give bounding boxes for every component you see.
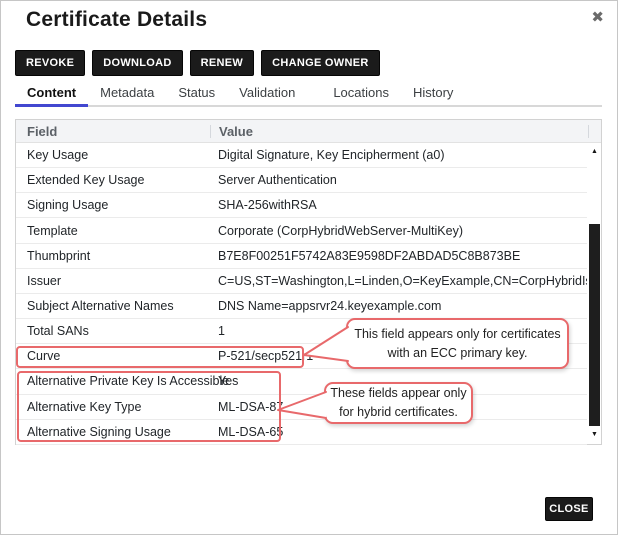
field-cell: Thumbprint [16, 249, 210, 263]
tab-bar: Content Metadata Status Validation Locat… [15, 79, 602, 107]
dialog-title: Certificate Details [26, 8, 207, 32]
revoke-button[interactable]: REVOKE [15, 50, 85, 76]
callout-text-line: This field appears only for certificates [354, 325, 560, 344]
hybrid-callout-tail [273, 388, 329, 422]
field-cell: Total SANs [16, 324, 210, 338]
value-cell: B7E8F00251F5742A83E9598DF2ABDAD5C8B873BE [210, 249, 587, 263]
callout-text-line: for hybrid certificates. [339, 403, 458, 422]
scrollbar-thumb[interactable] [589, 224, 600, 426]
close-icon[interactable]: ✖ [591, 9, 604, 27]
hybrid-callout: These fields appear only for hybrid cert… [324, 382, 473, 424]
table-header: Field Value [16, 120, 601, 143]
field-cell: Issuer [16, 274, 210, 288]
table-row: Template Corporate (CorpHybridWebServer-… [16, 218, 587, 243]
field-cell: Subject Alternative Names [16, 299, 210, 313]
field-cell: Alternative Private Key Is Accessible [16, 374, 210, 388]
field-cell: Curve [16, 349, 210, 363]
callout-text-line: with an ECC primary key. [387, 344, 527, 363]
ecc-callout: This field appears only for certificates… [346, 318, 569, 369]
column-header-field: Field [16, 124, 210, 139]
table-row: Subject Alternative Names DNS Name=appsr… [16, 294, 587, 319]
field-cell: Extended Key Usage [16, 173, 210, 187]
value-cell: ML-DSA-65 [210, 425, 587, 439]
scroll-down-icon[interactable]: ▼ [588, 431, 601, 439]
close-button[interactable]: CLOSE [545, 497, 593, 521]
change-owner-button[interactable]: CHANGE OWNER [261, 50, 380, 76]
scrollbar[interactable]: ▲ ▼ [588, 143, 601, 444]
download-button[interactable]: DOWNLOAD [92, 50, 182, 76]
field-cell: Key Usage [16, 148, 210, 162]
field-cell: Template [16, 224, 210, 238]
certificate-details-dialog: Certificate Details ✖ REVOKE DOWNLOAD RE… [0, 0, 618, 535]
table-row: Extended Key Usage Server Authentication [16, 168, 587, 193]
column-header-value: Value [211, 124, 588, 139]
tab-locations[interactable]: Locations [321, 79, 401, 105]
ecc-callout-tail [300, 323, 350, 363]
tab-status[interactable]: Status [166, 79, 227, 105]
value-cell: Server Authentication [210, 173, 587, 187]
table-row: Alternative Signing Usage ML-DSA-65 [16, 420, 587, 445]
field-cell: Alternative Signing Usage [16, 425, 210, 439]
tab-metadata[interactable]: Metadata [88, 79, 166, 105]
value-cell: C=US,ST=Washington,L=Linden,O=KeyExample… [210, 274, 587, 288]
table-row: Key Usage Digital Signature, Key Enciphe… [16, 143, 587, 168]
field-cell: Alternative Key Type [16, 400, 210, 414]
value-cell: Corporate (CorpHybridWebServer-MultiKey) [210, 224, 587, 238]
table-row: Thumbprint B7E8F00251F5742A83E9598DF2ABD… [16, 244, 587, 269]
tab-content[interactable]: Content [15, 79, 88, 107]
value-cell: Digital Signature, Key Encipherment (a0) [210, 148, 587, 162]
value-cell: DNS Name=appsrvr24.keyexample.com [210, 299, 587, 313]
tab-validation[interactable]: Validation [227, 79, 307, 105]
callout-text-line: These fields appear only [330, 384, 466, 403]
toolbar: REVOKE DOWNLOAD RENEW CHANGE OWNER [15, 50, 380, 76]
table-row: Signing Usage SHA-256withRSA [16, 193, 587, 218]
tab-history[interactable]: History [401, 79, 465, 105]
table-row: Issuer C=US,ST=Washington,L=Linden,O=Key… [16, 269, 587, 294]
renew-button[interactable]: RENEW [190, 50, 254, 76]
scroll-up-icon[interactable]: ▲ [588, 148, 601, 156]
scrollbar-corner [589, 120, 601, 142]
value-cell: SHA-256withRSA [210, 198, 587, 212]
field-cell: Signing Usage [16, 198, 210, 212]
